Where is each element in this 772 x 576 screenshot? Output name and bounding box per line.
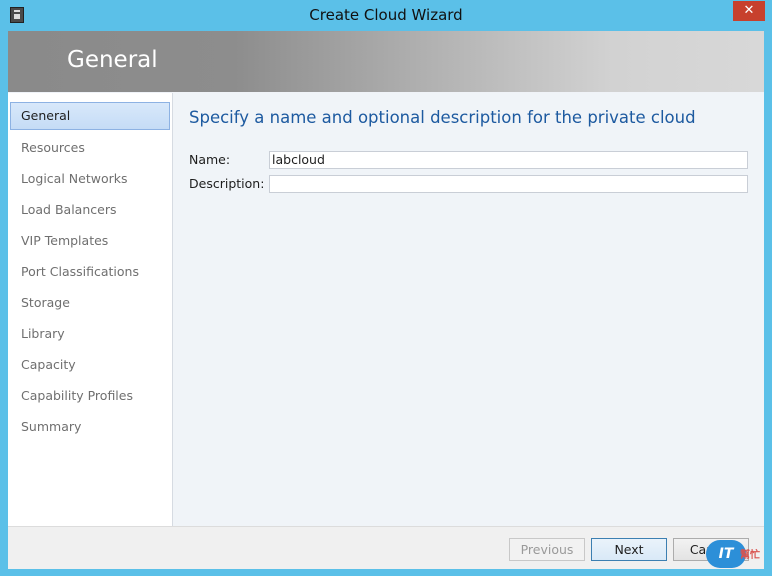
description-input[interactable]	[269, 175, 748, 193]
sidebar-item-port-classifications[interactable]: Port Classifications	[10, 258, 170, 286]
close-button[interactable]: ✕	[733, 1, 765, 21]
sidebar-item-general[interactable]: General	[10, 102, 170, 130]
sidebar-item-load-balancers[interactable]: Load Balancers	[10, 196, 170, 224]
wizard-step-list: General Resources Logical Networks Load …	[8, 93, 173, 526]
sidebar-item-capability-profiles[interactable]: Capability Profiles	[10, 382, 170, 410]
page-header: General	[8, 31, 764, 92]
sidebar-item-storage[interactable]: Storage	[10, 289, 170, 317]
content-heading: Specify a name and optional description …	[189, 108, 696, 127]
sidebar-item-resources[interactable]: Resources	[10, 134, 170, 162]
sidebar-item-vip-templates[interactable]: VIP Templates	[10, 227, 170, 255]
wizard-footer: Previous Next Cancel	[8, 526, 764, 569]
page-title: General	[67, 47, 158, 73]
content-panel: Specify a name and optional description …	[173, 93, 764, 526]
sidebar-item-capacity[interactable]: Capacity	[10, 351, 170, 379]
watermark-text: 幫忙	[740, 550, 760, 561]
name-label: Name:	[189, 152, 231, 167]
sidebar-item-summary[interactable]: Summary	[10, 413, 170, 441]
title-bar[interactable]: Create Cloud Wizard ✕	[0, 0, 772, 31]
watermark-logo: IT 幫忙	[700, 538, 770, 572]
wizard-window: Create Cloud Wizard ✕ General General Re…	[0, 0, 772, 576]
previous-button[interactable]: Previous	[509, 538, 585, 561]
name-input[interactable]: labcloud	[269, 151, 748, 169]
next-button[interactable]: Next	[591, 538, 667, 561]
sidebar-item-logical-networks[interactable]: Logical Networks	[10, 165, 170, 193]
wizard-client: General General Resources Logical Networ…	[8, 31, 764, 569]
description-label: Description:	[189, 176, 265, 191]
window-title: Create Cloud Wizard	[309, 6, 463, 24]
sidebar-item-library[interactable]: Library	[10, 320, 170, 348]
